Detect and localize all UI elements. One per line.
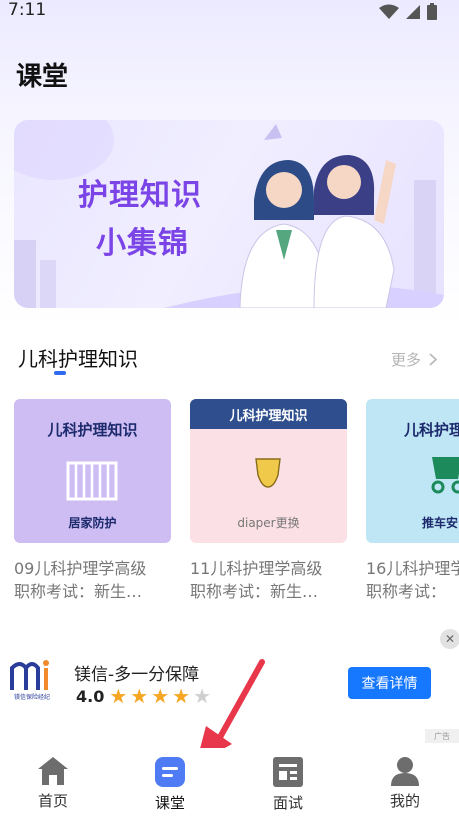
ad-details-button[interactable]: 查看详情 — [348, 667, 431, 699]
bottom-nav: 首页 课堂 面试 我的 — [0, 748, 459, 822]
crib-icon — [66, 461, 118, 501]
profile-icon — [391, 757, 419, 786]
star-icon: ★ — [151, 684, 170, 708]
banner-decoration — [14, 120, 444, 308]
ad-rating-value: 4.0 — [76, 686, 105, 706]
section-title: 儿科护理知识 — [18, 347, 138, 371]
course-card[interactable]: 儿科护理 推车安 16儿科护理学 职称考试： — [366, 399, 459, 603]
card-caption-line2: 职称考试：新生… — [14, 582, 143, 601]
banner-title-line1: 护理知识 — [78, 178, 202, 213]
classroom-icon — [155, 757, 185, 787]
ad-rating: 4.0 ★ ★ ★ ★ ★ — [76, 684, 211, 708]
card-caption-line1: 16儿科护理学 — [366, 559, 459, 578]
battery-icon — [427, 3, 437, 20]
status-time: 7:11 — [8, 0, 47, 20]
nav-label: 首页 — [37, 792, 68, 810]
stroller-icon — [431, 457, 459, 494]
more-label: 更多 — [391, 351, 422, 369]
course-thumbnail: 儿科护理知识 diaper更换 — [190, 399, 347, 543]
thumbnail-subtitle: 居家防护 — [68, 516, 117, 530]
promo-banner[interactable]: 护理知识 小集锦 — [14, 120, 444, 308]
close-icon: ✕ — [444, 632, 456, 646]
interview-icon — [273, 757, 303, 787]
course-card[interactable]: 儿科护理知识 diaper更换 11儿科护理学高级 职称考试：新生… — [190, 399, 347, 603]
status-icons — [379, 3, 437, 20]
course-thumbnail: 儿科护理 推车安 — [366, 399, 459, 543]
brand-logo-icon — [10, 660, 49, 690]
chevron-right-icon — [429, 353, 438, 366]
nav-profile[interactable]: 我的 — [365, 756, 445, 811]
thumbnail-subtitle: 推车安 — [422, 516, 459, 530]
thumbnail-title: 儿科护理知识 — [47, 421, 138, 439]
card-caption-line1: 09儿科护理学高级 — [14, 559, 147, 578]
nav-label: 面试 — [272, 794, 303, 812]
page-title: 课堂 — [16, 62, 69, 92]
more-link[interactable]: 更多 — [391, 349, 438, 370]
ad-logo-text: 镁信保险经纪 — [13, 694, 50, 701]
card-caption-line2: 职称考试： — [366, 582, 447, 601]
nav-label: 课堂 — [154, 794, 185, 812]
status-bar: 7:11 — [0, 0, 459, 22]
star-empty-icon: ★ — [193, 684, 212, 708]
home-icon — [38, 757, 68, 785]
nav-home[interactable]: 首页 — [13, 756, 93, 811]
card-caption-line2: 职称考试：新生… — [190, 582, 319, 601]
ad-title[interactable]: 镁信-多一分保障 — [74, 660, 199, 685]
card-caption-line1: 11儿科护理学高级 — [190, 559, 323, 578]
star-icon: ★ — [109, 684, 128, 708]
nav-classroom[interactable]: 课堂 — [130, 756, 210, 813]
diaper-icon — [255, 458, 281, 488]
course-thumbnail: 儿科护理知识 居家防护 — [14, 399, 171, 543]
banner-title-line2: 小集锦 — [96, 226, 189, 261]
nav-interview[interactable]: 面试 — [248, 756, 328, 813]
ad-logo: 镁信保险经纪 — [4, 658, 60, 708]
star-icon: ★ — [130, 684, 149, 708]
wifi-icon — [379, 4, 399, 19]
section-underline — [54, 371, 66, 375]
signal-icon — [406, 4, 420, 19]
course-card[interactable]: 儿科护理知识 居家防护 09儿科护理学高级 职称考试：新生… — [14, 399, 171, 603]
nav-label: 我的 — [389, 792, 420, 810]
star-icon: ★ — [172, 684, 191, 708]
ad-close-button[interactable]: ✕ — [440, 629, 459, 649]
thumbnail-title: 儿科护理 — [404, 421, 459, 439]
thumbnail-subtitle: diaper更换 — [237, 516, 300, 530]
thumbnail-title: 儿科护理知识 — [229, 409, 308, 424]
ad-tag: 广告 — [425, 729, 459, 743]
